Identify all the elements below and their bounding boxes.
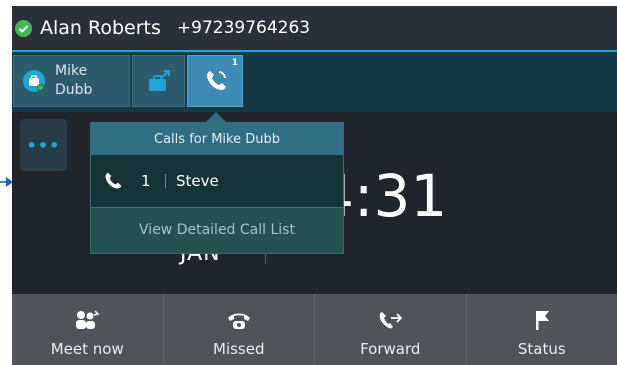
status-label: Status: [517, 340, 566, 358]
forward-icon: [379, 312, 403, 329]
missed-button[interactable]: Missed: [162, 294, 315, 365]
calls-popup-title: Calls for Mike Dubb: [91, 123, 343, 155]
contact-line-key-mike-dubb[interactable]: Mike Dubb: [13, 55, 130, 107]
forward-button[interactable]: Forward: [314, 294, 466, 365]
meet-now-button[interactable]: Meet now: [12, 294, 163, 365]
flag-icon: [535, 311, 549, 330]
pointer-arrow-icon: [0, 177, 13, 187]
call-index: 1: [141, 172, 151, 190]
presence-available-icon: [15, 19, 32, 37]
calls-count-badge: 1: [231, 58, 238, 68]
forward-label: Forward: [360, 340, 421, 358]
status-button[interactable]: Status: [465, 294, 617, 365]
calls-popup: Calls for Mike Dubb 1 Steve View Detaile…: [90, 122, 344, 254]
meet-now-label: Meet now: [50, 340, 124, 358]
more-keys-button[interactable]: •••: [20, 119, 67, 171]
contact-first-name: Mike: [55, 63, 88, 79]
contact-name: Mike Dubb: [55, 62, 92, 100]
line-key-bar: Mike Dubb 1: [12, 52, 617, 112]
caller-name: Steve: [176, 172, 219, 190]
briefcase-transfer-icon: [149, 70, 170, 91]
active-calls-line-key[interactable]: 1: [187, 55, 243, 107]
user-name: Alan Roberts: [40, 17, 161, 39]
popup-pointer: [206, 112, 226, 122]
contact-avatar-icon: [23, 70, 45, 92]
meet-now-icon: [76, 310, 100, 329]
status-bar: Alan Roberts +97239764263: [12, 6, 617, 52]
phone-missed-icon: [227, 313, 250, 329]
phone-icon: [105, 172, 122, 189]
call-list-item[interactable]: 1 Steve: [91, 155, 343, 208]
contact-last-name: Dubb: [55, 82, 93, 98]
softkey-bar: Meet now Missed Forward Status: [12, 294, 617, 365]
transfer-line-key[interactable]: [132, 55, 185, 107]
missed-label: Missed: [213, 340, 265, 358]
user-phone-number: +97239764263: [176, 18, 311, 38]
phone-calls-icon: [207, 71, 226, 90]
view-call-list-button[interactable]: View Detailed Call List: [91, 208, 343, 252]
call-separator: [165, 174, 166, 188]
